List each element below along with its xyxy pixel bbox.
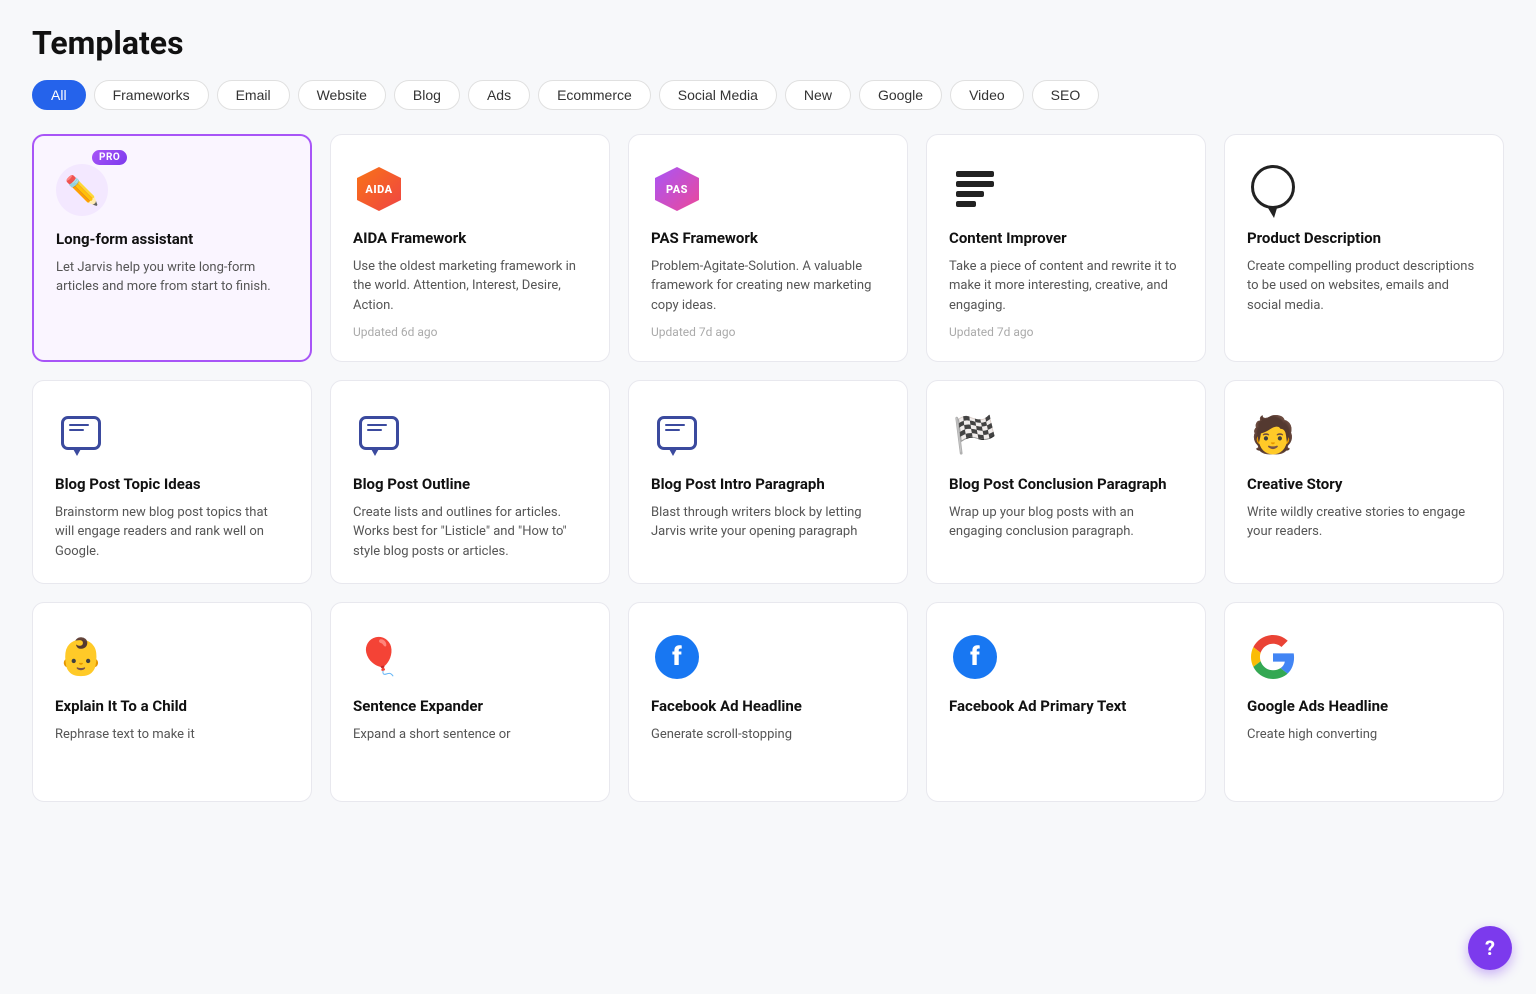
card-title-google-ads-headline: Google Ads Headline: [1247, 697, 1481, 717]
template-card-blog-post-outline[interactable]: Blog Post Outline Create lists and outli…: [330, 380, 610, 584]
card-icon-blog-post-intro-paragraph: [651, 409, 703, 461]
card-icon-creative-story: 🧑: [1247, 409, 1299, 461]
card-icon-facebook-ad-primary-text: f: [949, 631, 1001, 683]
card-desc-blog-post-outline: Create lists and outlines for articles. …: [353, 503, 587, 562]
template-card-blog-post-intro-paragraph[interactable]: Blog Post Intro Paragraph Blast through …: [628, 380, 908, 584]
card-desc-content-improver: Take a piece of content and rewrite it t…: [949, 257, 1183, 316]
template-card-facebook-ad-headline[interactable]: f Facebook Ad Headline Generate scroll-s…: [628, 602, 908, 802]
card-title-blog-post-conclusion-paragraph: Blog Post Conclusion Paragraph: [949, 475, 1183, 495]
card-icon-aida-framework: AIDA: [353, 163, 405, 215]
card-desc-sentence-expander: Expand a short sentence or: [353, 725, 587, 745]
page-title: Templates: [32, 24, 1504, 62]
template-card-blog-post-topic-ideas[interactable]: Blog Post Topic Ideas Brainstorm new blo…: [32, 380, 312, 584]
card-icon-long-form-assistant: ✏️: [56, 164, 108, 216]
template-card-blog-post-conclusion-paragraph[interactable]: 🏁 Blog Post Conclusion Paragraph Wrap up…: [926, 380, 1206, 584]
card-icon-sentence-expander: 🎈: [353, 631, 405, 683]
card-title-sentence-expander: Sentence Expander: [353, 697, 587, 717]
card-title-explain-to-child: Explain It To a Child: [55, 697, 289, 717]
filter-btn-ecommerce[interactable]: Ecommerce: [538, 80, 651, 110]
filter-btn-social media[interactable]: Social Media: [659, 80, 777, 110]
card-icon-blog-post-conclusion-paragraph: 🏁: [949, 409, 1001, 461]
filter-btn-google[interactable]: Google: [859, 80, 942, 110]
filter-btn-new[interactable]: New: [785, 80, 851, 110]
filter-btn-email[interactable]: Email: [217, 80, 290, 110]
card-title-pas-framework: PAS Framework: [651, 229, 885, 249]
template-card-aida-framework[interactable]: AIDA AIDA Framework Use the oldest marke…: [330, 134, 610, 362]
card-updated-content-improver: Updated 7d ago: [949, 325, 1183, 339]
card-icon-content-improver: [949, 163, 1001, 215]
card-icon-google-ads-headline: [1247, 631, 1299, 683]
template-card-facebook-ad-primary-text[interactable]: f Facebook Ad Primary Text: [926, 602, 1206, 802]
card-desc-blog-post-conclusion-paragraph: Wrap up your blog posts with an engaging…: [949, 503, 1183, 542]
card-desc-creative-story: Write wildly creative stories to engage …: [1247, 503, 1481, 542]
card-desc-long-form-assistant: Let Jarvis help you write long-form arti…: [56, 258, 288, 297]
card-desc-facebook-ad-headline: Generate scroll-stopping: [651, 725, 885, 745]
card-icon-explain-to-child: 👶: [55, 631, 107, 683]
card-desc-google-ads-headline: Create high converting: [1247, 725, 1481, 745]
card-updated-pas-framework: Updated 7d ago: [651, 325, 885, 339]
filter-btn-blog[interactable]: Blog: [394, 80, 460, 110]
card-title-blog-post-intro-paragraph: Blog Post Intro Paragraph: [651, 475, 885, 495]
card-title-blog-post-topic-ideas: Blog Post Topic Ideas: [55, 475, 289, 495]
card-icon-facebook-ad-headline: f: [651, 631, 703, 683]
template-card-creative-story[interactable]: 🧑 Creative Story Write wildly creative s…: [1224, 380, 1504, 584]
template-card-long-form-assistant[interactable]: PRO ✏️ Long-form assistant Let Jarvis he…: [32, 134, 312, 362]
card-title-long-form-assistant: Long-form assistant: [56, 230, 288, 250]
filter-bar: All Frameworks Email Website Blog Ads Ecommerc…: [32, 80, 1504, 110]
filter-btn-frameworks[interactable]: Frameworks: [94, 80, 209, 110]
card-desc-explain-to-child: Rephrase text to make it: [55, 725, 289, 745]
card-title-creative-story: Creative Story: [1247, 475, 1481, 495]
card-updated-aida-framework: Updated 6d ago: [353, 325, 587, 339]
filter-btn-video[interactable]: Video: [950, 80, 1024, 110]
templates-grid: PRO ✏️ Long-form assistant Let Jarvis he…: [32, 134, 1504, 802]
card-title-content-improver: Content Improver: [949, 229, 1183, 249]
card-title-aida-framework: AIDA Framework: [353, 229, 587, 249]
filter-btn-seo[interactable]: SEO: [1032, 80, 1100, 110]
card-title-blog-post-outline: Blog Post Outline: [353, 475, 587, 495]
template-card-content-improver[interactable]: Content Improver Take a piece of content…: [926, 134, 1206, 362]
card-icon-blog-post-topic-ideas: [55, 409, 107, 461]
filter-btn-website[interactable]: Website: [298, 80, 386, 110]
card-icon-pas-framework: PAS: [651, 163, 703, 215]
card-desc-blog-post-intro-paragraph: Blast through writers block by letting J…: [651, 503, 885, 542]
template-card-google-ads-headline[interactable]: Google Ads Headline Create high converti…: [1224, 602, 1504, 802]
card-title-facebook-ad-primary-text: Facebook Ad Primary Text: [949, 697, 1183, 717]
card-desc-pas-framework: Problem-Agitate-Solution. A valuable fra…: [651, 257, 885, 316]
filter-btn-all[interactable]: All: [32, 80, 86, 110]
card-desc-product-description: Create compelling product descriptions t…: [1247, 257, 1481, 316]
card-title-product-description: Product Description: [1247, 229, 1481, 249]
card-title-facebook-ad-headline: Facebook Ad Headline: [651, 697, 885, 717]
card-icon-blog-post-outline: [353, 409, 405, 461]
template-card-product-description[interactable]: Product Description Create compelling pr…: [1224, 134, 1504, 362]
card-desc-aida-framework: Use the oldest marketing framework in th…: [353, 257, 587, 316]
template-card-sentence-expander[interactable]: 🎈 Sentence Expander Expand a short sente…: [330, 602, 610, 802]
filter-btn-ads[interactable]: Ads: [468, 80, 530, 110]
template-card-explain-to-child[interactable]: 👶 Explain It To a Child Rephrase text to…: [32, 602, 312, 802]
template-card-pas-framework[interactable]: PAS PAS Framework Problem-Agitate-Soluti…: [628, 134, 908, 362]
pro-badge: PRO: [92, 150, 127, 165]
help-button[interactable]: ?: [1468, 926, 1512, 970]
card-desc-blog-post-topic-ideas: Brainstorm new blog post topics that wil…: [55, 503, 289, 562]
card-icon-product-description: [1247, 163, 1299, 215]
